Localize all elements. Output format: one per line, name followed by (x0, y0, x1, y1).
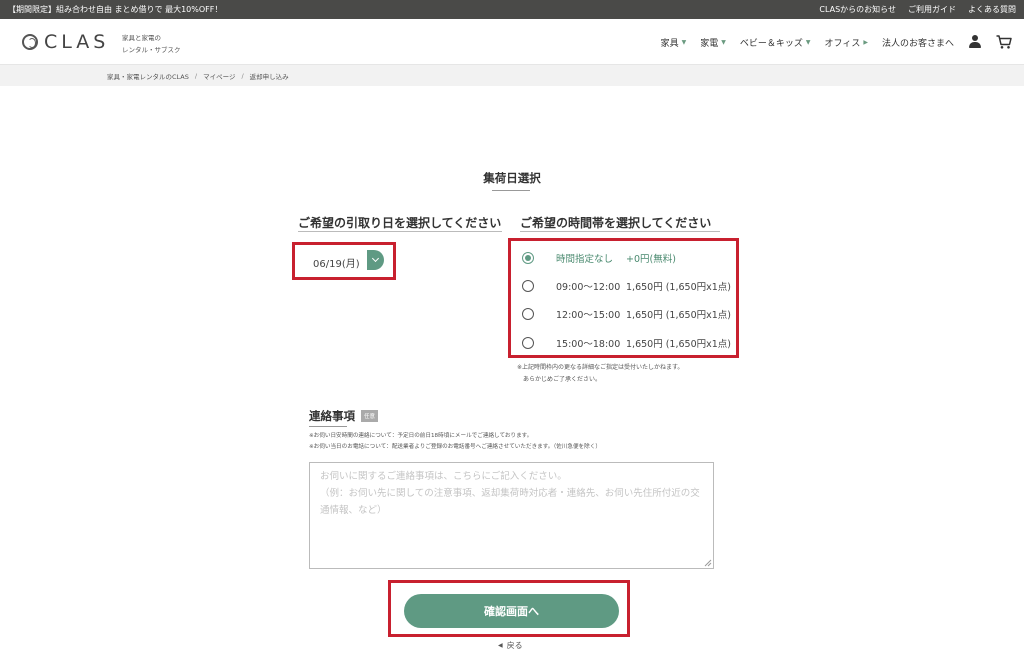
nav-appliances-label: 家電 (700, 38, 719, 49)
nav-baby-kids-label: ベビー＆キッズ (739, 38, 803, 49)
promo-text[interactable]: 【期間限定】組み合わせ自由 まとめ借りで 最大10%OFF！ (8, 4, 222, 15)
nav-business[interactable]: 法人のお客さまへ (882, 36, 954, 49)
time-option-1500[interactable]: 15:00〜18:00 1,650円 (1,650円x1点) (522, 336, 731, 350)
tagline-line-2: レンタル・サブスク (122, 46, 181, 54)
nav-office[interactable]: オフィス ▶ (825, 36, 868, 49)
time-option-none[interactable]: 時間指定なし +0円(無料) (522, 251, 676, 265)
page-title: 集荷日選択 (483, 171, 541, 185)
nav-baby-kids[interactable]: ベビー＆キッズ ▼ (740, 36, 811, 49)
caret-down-icon: ▼ (681, 38, 687, 46)
optional-badge: 任意 (361, 410, 379, 422)
caret-left-icon: ◀ (498, 642, 503, 649)
main-nav: 家具 ▼ 家電 ▼ ベビー＆キッズ ▼ オフィス ▶ 法人のお客さまへ (661, 35, 1012, 49)
caret-down-icon: ▼ (805, 38, 811, 46)
caret-right-icon: ▶ (863, 38, 868, 46)
time-option-label: 時間指定なし (556, 254, 614, 265)
promo-links: CLASからのお知らせ ご利用ガイド よくある質問 (819, 4, 1016, 15)
time-note-line-1: ※上記時間枠内の更なる詳細なご指定は受付いたしかねます。 (517, 364, 684, 371)
breadcrumb-separator: / (194, 71, 198, 80)
radio-button[interactable] (522, 308, 534, 320)
time-option-label: 15:00〜18:00 (556, 339, 621, 350)
back-link[interactable]: ◀ 戻る (498, 640, 523, 651)
faq-link[interactable]: よくある質問 (968, 4, 1016, 15)
radio-button[interactable] (522, 280, 534, 292)
time-option-price: 1,650円 (1,650円x1点) (626, 282, 731, 293)
time-option-label: 12:00〜15:00 (556, 310, 621, 321)
pickup-date-select[interactable]: 06/19(月) (313, 255, 360, 270)
nav-appliances[interactable]: 家電 ▼ (700, 36, 726, 49)
confirm-button[interactable]: 確認画面へ (404, 594, 619, 628)
contact-heading-underline (309, 426, 347, 427)
clas-logo[interactable]: CLAS (22, 31, 109, 53)
breadcrumb: 家具・家電レンタルのCLAS / マイページ / 返却申し込み (0, 65, 1024, 86)
nav-office-label: オフィス (824, 38, 861, 49)
nav-furniture-label: 家具 (660, 38, 679, 49)
radio-button[interactable] (522, 252, 534, 264)
tagline: 家具と家電の レンタル・サブスク (122, 32, 181, 56)
breadcrumb-current: 返却申し込み (249, 72, 289, 81)
clas-logo-icon (22, 34, 38, 50)
nav-business-label: 法人のお客さまへ (881, 38, 954, 49)
user-icon[interactable] (968, 35, 982, 49)
time-option-price: 1,650円 (1,650円x1点) (626, 310, 731, 321)
radio-button[interactable] (522, 337, 534, 349)
title-underline (492, 190, 530, 191)
chevron-down-icon (371, 254, 380, 263)
time-option-1200[interactable]: 12:00〜15:00 1,650円 (1,650円x1点) (522, 307, 731, 321)
time-option-price: 1,650円 (1,650円x1点) (626, 339, 731, 350)
contact-textarea[interactable] (309, 462, 714, 569)
resize-grip-icon[interactable] (704, 559, 712, 567)
time-note-line-2: あらかじめご了承ください。 (523, 376, 602, 383)
contact-heading: 連絡事項 任意 (309, 408, 379, 424)
nav-furniture[interactable]: 家具 ▼ (661, 36, 687, 49)
time-heading-divider (520, 231, 720, 232)
time-heading: ご希望の時間帯を選択してください (520, 216, 712, 230)
time-option-price: +0円(無料) (626, 254, 676, 265)
breadcrumb-mypage[interactable]: マイページ (203, 71, 235, 81)
cart-icon[interactable] (996, 35, 1012, 49)
caret-down-icon: ▼ (721, 38, 726, 46)
logo-text: CLAS (44, 31, 110, 53)
site-header: CLAS 家具と家電の レンタル・サブスク 家具 ▼ 家電 ▼ ベビー＆キッズ … (0, 19, 1024, 65)
time-option-label: 09:00〜12:00 (556, 282, 621, 293)
news-link[interactable]: CLASからのお知らせ (819, 4, 896, 15)
breadcrumb-separator: / (241, 71, 244, 80)
contact-note-line-2: ※お伺い当日のお電話について：配送業者よりご登録のお電話番号へご連絡させていただ… (309, 444, 601, 450)
breadcrumb-home[interactable]: 家具・家電レンタルのCLAS (107, 71, 189, 81)
contact-heading-label: 連絡事項 (309, 409, 355, 423)
time-note: ※上記時間枠内の更なる詳細なご指定は受付いたしかねます。 あらかじめご了承くださ… (517, 362, 683, 386)
back-link-label: 戻る (506, 641, 523, 650)
promo-bar: 【期間限定】組み合わせ自由 まとめ借りで 最大10%OFF！ CLASからのお知… (0, 0, 1024, 19)
guide-link[interactable]: ご利用ガイド (908, 4, 956, 15)
contact-note: ※お伺い日安時間の連絡について：予定日の前日18時頃にメールでご連絡しております… (309, 431, 601, 453)
tagline-line-1: 家具と家電の (122, 34, 161, 42)
date-heading-divider (298, 231, 502, 232)
time-option-0900[interactable]: 09:00〜12:00 1,650円 (1,650円x1点) (522, 279, 731, 293)
date-heading: ご希望の引取り日を選択してください (298, 216, 502, 230)
contact-note-line-1: ※お伺い日安時間の連絡について：予定日の前日18時頃にメールでご連絡しております… (309, 433, 533, 439)
